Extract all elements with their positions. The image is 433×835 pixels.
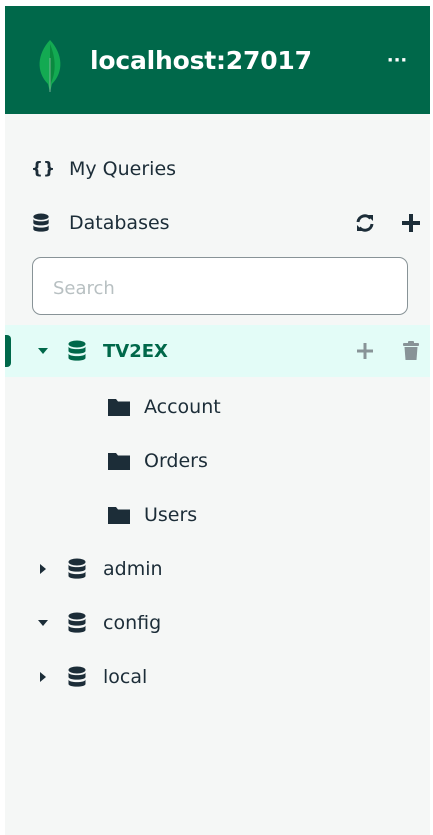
caret-down-icon[interactable]	[37, 617, 49, 629]
trash-icon	[403, 341, 419, 360]
folder-icon	[108, 453, 130, 470]
database-icon	[33, 213, 49, 232]
collection-row[interactable]: Account	[5, 384, 433, 430]
collection-row[interactable]: Users	[5, 492, 433, 538]
folder-icon	[108, 507, 130, 524]
database-row-local[interactable]: local	[5, 651, 433, 703]
collection-row[interactable]: Orders	[5, 438, 433, 484]
refresh-icon	[356, 214, 374, 232]
search-input[interactable]	[51, 274, 385, 302]
refresh-databases-button[interactable]	[352, 210, 378, 236]
plus-icon	[402, 214, 420, 232]
database-icon	[68, 340, 86, 361]
database-row-config[interactable]: config	[5, 597, 433, 649]
collection-name: Users	[144, 504, 198, 526]
caret-right-icon[interactable]	[37, 563, 49, 575]
nav-databases-label: Databases	[69, 212, 170, 234]
database-name: local	[103, 666, 148, 688]
collection-name: Orders	[144, 450, 208, 472]
database-icon	[68, 666, 86, 687]
braces-icon: {}	[30, 159, 56, 179]
database-icon	[68, 612, 86, 633]
collection-name: Account	[144, 396, 221, 418]
connection-header: localhost:27017 ···	[5, 6, 433, 114]
active-indicator	[5, 335, 11, 367]
leaf-logo-icon	[39, 40, 61, 92]
create-collection-button[interactable]	[352, 338, 378, 364]
drop-database-button[interactable]	[398, 338, 424, 364]
caret-down-icon[interactable]	[37, 345, 49, 357]
nav-databases[interactable]: Databases	[5, 203, 433, 243]
nav-my-queries-label: My Queries	[69, 158, 177, 180]
plus-icon	[357, 343, 373, 359]
database-name: config	[103, 612, 162, 634]
database-icon	[68, 558, 86, 579]
create-database-button[interactable]	[398, 210, 424, 236]
search-box	[32, 257, 408, 315]
database-row-tv2ex[interactable]: TV2EX	[5, 325, 433, 377]
nav-my-queries[interactable]: {} My Queries	[5, 149, 433, 189]
database-name: admin	[103, 558, 163, 580]
caret-right-icon[interactable]	[37, 671, 49, 683]
folder-icon	[108, 399, 130, 416]
database-row-admin[interactable]: admin	[5, 543, 433, 595]
connection-host: localhost:27017	[90, 46, 312, 75]
database-name: TV2EX	[103, 340, 168, 362]
sidebar: localhost:27017 ··· {} My Queries Databa…	[0, 0, 433, 835]
ellipsis-icon: ···	[386, 49, 408, 71]
more-options-button[interactable]: ···	[383, 46, 411, 74]
left-edge	[0, 0, 5, 835]
